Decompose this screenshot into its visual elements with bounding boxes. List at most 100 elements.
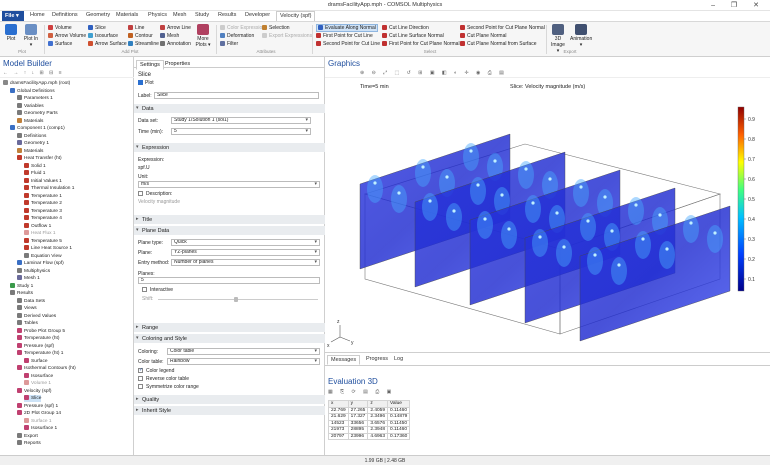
annotation-button[interactable]: Annotation <box>160 41 191 47</box>
arrow-surface-button[interactable]: Arrow Surface <box>88 41 127 47</box>
line-button[interactable]: Line <box>128 25 144 31</box>
isosurface-button[interactable]: Isosurface <box>88 33 118 39</box>
tree-node[interactable]: Slice <box>24 395 42 402</box>
tree-node[interactable]: Volume 1 <box>24 380 51 387</box>
settings-plot-button[interactable]: Plot <box>138 80 154 86</box>
tab-developer[interactable]: Developer <box>245 12 270 18</box>
tab-messages[interactable]: Messages <box>327 355 361 365</box>
tree-node[interactable]: Thermal Insulation 1 <box>24 185 74 192</box>
tab-definitions[interactable]: Definitions <box>52 12 78 18</box>
tab-properties-panel[interactable]: Properties <box>162 60 193 68</box>
tab-settings-panel[interactable]: Settings <box>136 60 164 70</box>
tab-mesh[interactable]: Mesh <box>173 12 186 18</box>
color-expression-button[interactable]: Color Expression <box>220 25 265 31</box>
cut-line-surface-normal-button[interactable]: Cut Line Surface Normal <box>382 33 444 39</box>
tree-node[interactable]: Global Definitions <box>10 87 55 95</box>
tree-node[interactable]: Export <box>17 432 38 440</box>
tree-node[interactable]: Mesh 1 <box>17 275 40 282</box>
tree-node[interactable]: Materials <box>17 117 43 125</box>
tree-node[interactable]: Isosurface 1 <box>24 425 57 432</box>
section-plane-data[interactable]: Plane Data <box>134 226 325 235</box>
arrow-volume-button[interactable]: Arrow Volume <box>48 33 86 39</box>
tree-node[interactable]: Temperature 4 <box>24 215 62 222</box>
tree-node[interactable]: Multiphysics <box>17 267 50 275</box>
expression-value[interactable]: spf.U <box>138 165 150 171</box>
table-row[interactable]: 20797 23996 4.6963 0.17360 <box>328 432 411 440</box>
tree-node[interactable]: Line Heat Source 1 <box>24 245 72 252</box>
tree-node[interactable]: Views <box>17 305 37 312</box>
tree-node[interactable]: dramsFacilityApp.mph (root) <box>3 80 70 87</box>
reverse-color-checkbox[interactable] <box>138 376 143 381</box>
cut-line-direction-button[interactable]: Cut Line Direction <box>382 25 429 31</box>
tab-progress[interactable]: Progress <box>363 355 391 363</box>
color-table-select[interactable]: Rainbow <box>167 358 320 365</box>
contour-button[interactable]: Contour <box>128 33 153 39</box>
tree-node[interactable]: Isosurface <box>24 372 53 380</box>
slice-button[interactable]: Slice <box>88 25 106 31</box>
streamline-button[interactable]: Streamline <box>128 41 159 47</box>
tab-physics[interactable]: Physics <box>148 12 167 18</box>
surface-button[interactable]: Surface <box>48 41 72 47</box>
tree-node[interactable]: Variables <box>17 102 44 110</box>
color-legend-checkbox[interactable] <box>138 367 143 373</box>
tree-node[interactable]: Temperature 2 <box>24 200 62 207</box>
shift-slider[interactable] <box>158 299 318 300</box>
tree-node[interactable]: Geometry 1 <box>17 140 49 147</box>
tree-node[interactable]: Component 1 (comp1) <box>10 125 65 132</box>
tree-node[interactable]: Isothermal Contours (ht) <box>17 365 76 372</box>
tree-node[interactable]: Heat Transfer (ht) <box>17 155 62 162</box>
section-inherit-style[interactable]: Inherit Style <box>134 406 325 415</box>
tree-node[interactable]: Temperature 5 <box>24 237 62 245</box>
tree-node[interactable]: Initial Values 1 <box>24 177 62 185</box>
tree-node[interactable]: Fluid 1 <box>24 170 45 177</box>
window-controls[interactable]: – ❐ ✕ <box>711 1 766 9</box>
plane-type-select[interactable]: Quick <box>171 239 320 246</box>
second-point-cut-line-button[interactable]: Second Point for Cut Line <box>316 41 380 47</box>
export-expressions-button[interactable]: Export Expressions <box>262 33 312 39</box>
label-field[interactable]: Slice <box>154 92 319 99</box>
tree-node[interactable]: Temperature (ht) 1 <box>17 350 63 357</box>
second-point-cut-plane-button[interactable]: Second Point for Cut Plane Normal <box>460 25 545 31</box>
graphics-canvas[interactable]: Time=5 min Slice: Velocity magnitude (m/… <box>325 79 770 352</box>
graphics-toolbar[interactable]: ⊕ ⊖ ⤢ ⬚ ↺ ⊞ ▣ ◧ ◐ ✛ ◉ ⎙ ▤ <box>325 70 770 78</box>
plot-button[interactable]: Plot <box>4 24 18 42</box>
model-builder-toolbar[interactable]: ← → ↑ ↓ ⊞ ⊟ ≡ <box>0 70 134 78</box>
tab-materials[interactable]: Materials <box>116 12 138 18</box>
more-plots-button[interactable]: More Plots ▾ <box>194 24 212 48</box>
section-title[interactable]: Title <box>134 215 325 224</box>
cut-plane-normal-surface-button[interactable]: Cut Plane Normal from Surface <box>460 41 536 47</box>
tab-log[interactable]: Log <box>391 355 406 363</box>
dataset-select[interactable]: Study 1/Solution 1 (sol1) <box>171 117 311 124</box>
time-select[interactable]: 5 <box>171 128 311 135</box>
plot-in-button[interactable]: Plot In ▾ <box>22 24 40 48</box>
tree-node[interactable]: Results <box>10 290 33 297</box>
tree-node[interactable]: Solid 1 <box>24 162 46 170</box>
tree-node[interactable]: Pressure (spf) 1 <box>17 402 58 410</box>
cut-plane-normal-button[interactable]: Cut Plane Normal <box>460 33 506 39</box>
animation-button[interactable]: Animation ▾ <box>570 24 592 48</box>
unit-select[interactable]: m/s <box>138 181 320 188</box>
tree-node[interactable]: Data Sets <box>17 297 45 305</box>
entry-method-select[interactable]: Number of planes <box>171 259 320 266</box>
tab-home[interactable]: Home <box>30 12 45 18</box>
tree-node[interactable]: Temperature (ht) <box>17 335 59 342</box>
file-menu-button[interactable]: File ▾ <box>2 11 24 21</box>
tree-node[interactable]: Laminar Flow (spf) <box>17 260 64 267</box>
tree-node[interactable]: Parameters 1 <box>17 95 53 102</box>
interactive-checkbox[interactable] <box>142 287 147 292</box>
tree-node[interactable]: Velocity (spf) <box>17 387 51 395</box>
filter-button[interactable]: Filter <box>220 41 238 47</box>
tree-node[interactable]: Surface 1 <box>24 417 52 425</box>
first-point-cut-plane-button[interactable]: First Point for Cut Plane Normal <box>382 41 460 47</box>
tree-node[interactable]: Reports <box>17 440 41 447</box>
deformation-button[interactable]: Deformation <box>220 33 254 39</box>
symmetrize-checkbox[interactable] <box>138 384 143 389</box>
tree-node[interactable]: Probe Plot Group 5 <box>17 327 65 335</box>
tree-node[interactable]: Outflow 1 <box>24 222 51 230</box>
shift-slider-handle[interactable] <box>234 297 238 302</box>
tree-node[interactable]: Geometry Parts <box>17 110 58 117</box>
description-checkbox[interactable] <box>138 191 143 196</box>
tab-study[interactable]: Study <box>195 12 209 18</box>
planes-field[interactable]: 5 <box>138 277 320 284</box>
tree-node[interactable]: Materials <box>17 147 43 155</box>
